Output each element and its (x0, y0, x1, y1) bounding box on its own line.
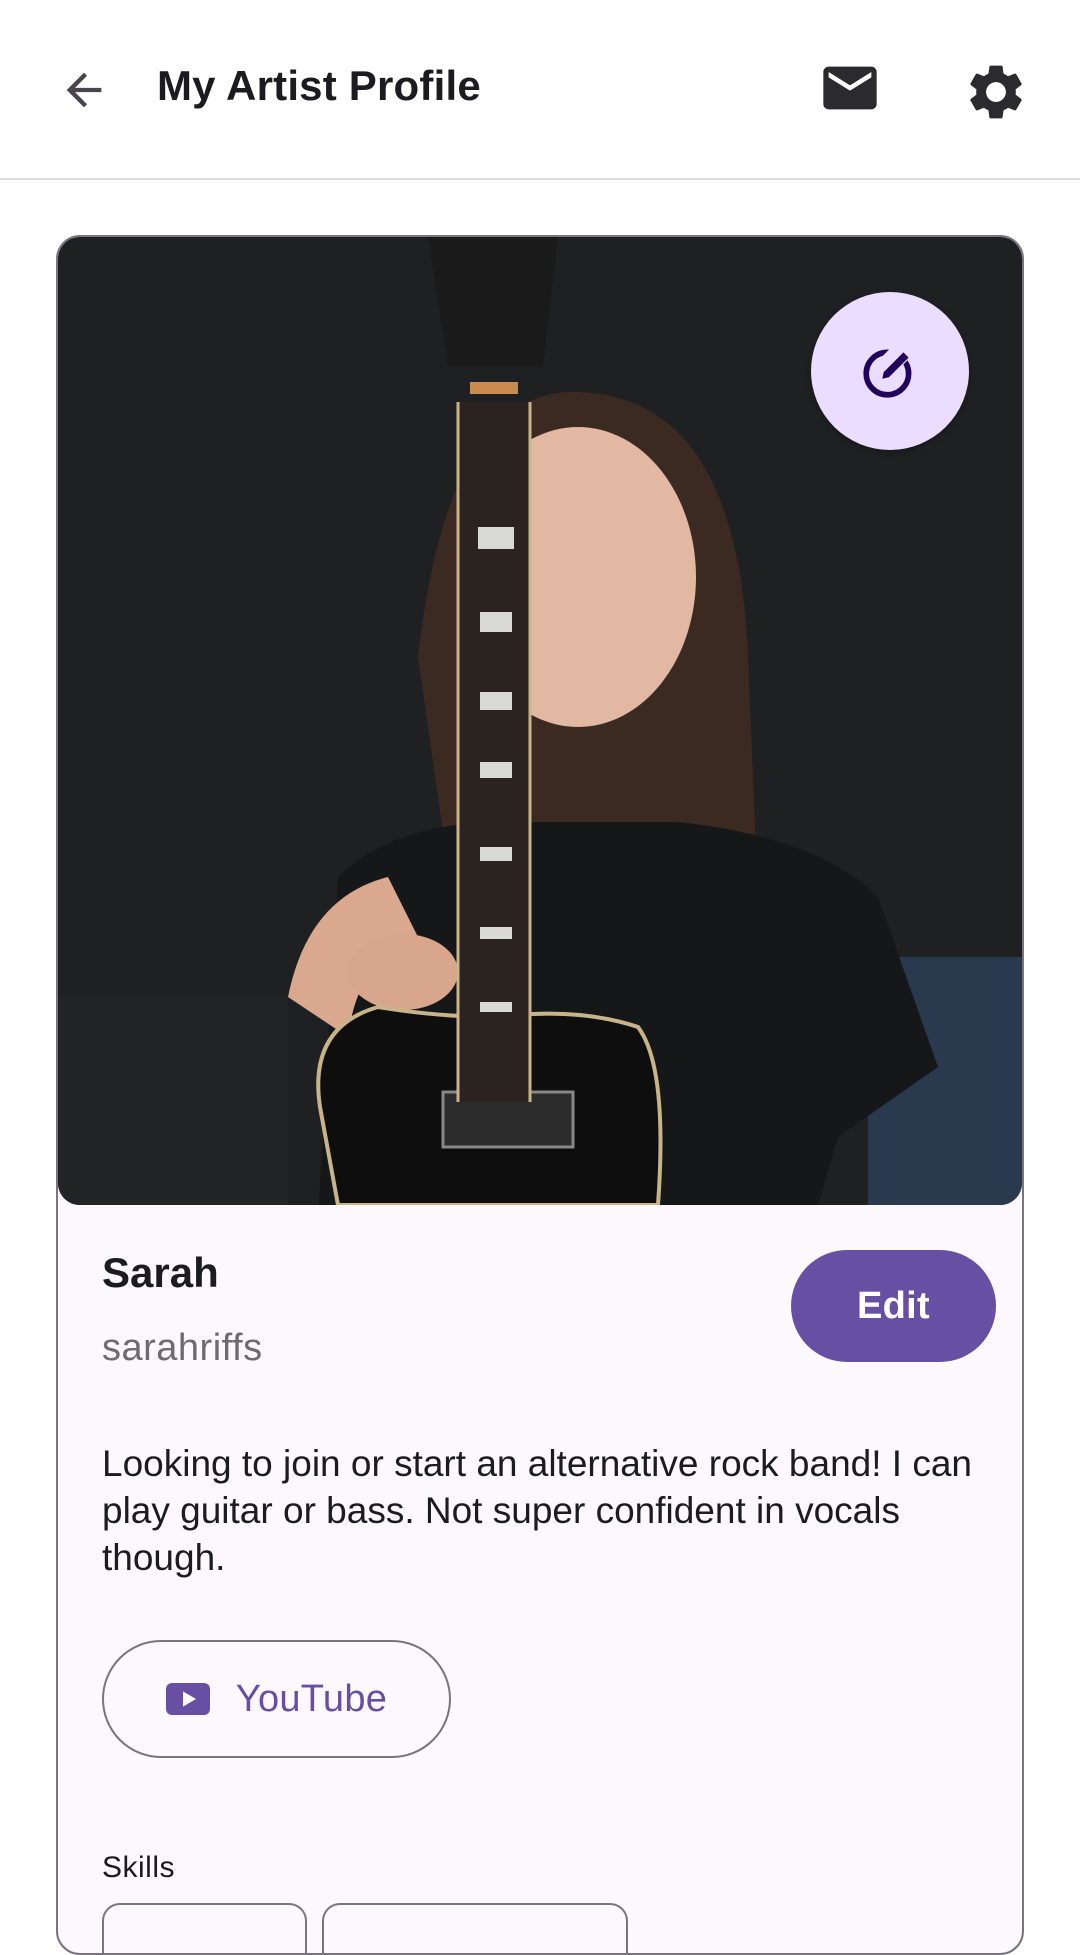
edit-profile-button[interactable]: Edit (791, 1250, 996, 1362)
artist-name: Sarah (102, 1249, 219, 1296)
top-app-bar: My Artist Profile (0, 0, 1080, 180)
edit-photo-button[interactable] (811, 292, 969, 450)
profile-card: Sarah sarahriffs Edit Looking to join or… (56, 235, 1024, 1955)
youtube-link-button[interactable]: YouTube (102, 1640, 451, 1758)
mail-icon (823, 66, 877, 110)
skill-chip[interactable] (322, 1903, 628, 1953)
edit-pencil-icon (863, 343, 912, 398)
profile-photo (58, 237, 1022, 1205)
back-button[interactable] (52, 58, 116, 122)
artist-bio: Looking to join or start an alternative … (102, 1443, 973, 1578)
arrow-back-icon (66, 72, 102, 108)
page-title: My Artist Profile (157, 62, 481, 109)
settings-gear-icon (970, 65, 1022, 119)
messages-button[interactable] (812, 56, 888, 120)
skills-heading: Skills (102, 1851, 176, 1884)
youtube-link-label: YouTube (235, 1677, 388, 1720)
skill-chip[interactable] (102, 1903, 307, 1953)
settings-button[interactable] (958, 54, 1034, 130)
youtube-icon (165, 1683, 210, 1715)
artist-handle: sarahriffs (102, 1327, 263, 1369)
